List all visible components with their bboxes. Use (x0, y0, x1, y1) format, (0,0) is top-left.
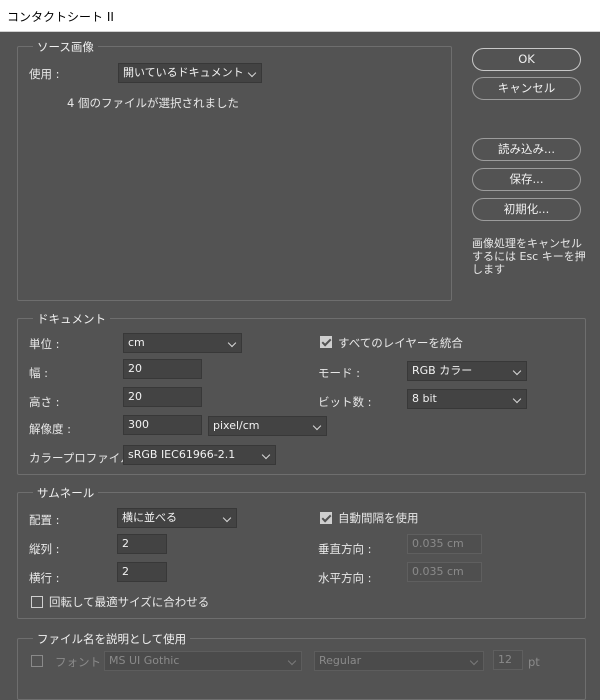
thumbnails-legend: サムネール (33, 486, 99, 500)
chevron-down-icon (261, 450, 271, 460)
cancel-button[interactable]: キャンセル (472, 77, 581, 100)
title-bar: コンタクトシート II (0, 0, 600, 32)
chevron-down-icon (227, 338, 237, 348)
rows-label: 横行 : (29, 571, 60, 585)
escape-hint-line-1: 画像処理をキャンセル (472, 237, 582, 250)
rows-input[interactable]: 2 (117, 562, 167, 582)
resolution-input[interactable]: 300 (123, 415, 202, 435)
resolution-label: 解像度 : (29, 422, 72, 436)
document-legend: ドキュメント (33, 312, 110, 326)
chevron-down-icon (312, 421, 322, 431)
auto-spacing-label: 自動間隔を使用 (338, 511, 419, 525)
resolution-unit-value: pixel/cm (213, 419, 260, 432)
unit-dropdown-value: cm (128, 336, 145, 349)
bit-depth-dropdown[interactable]: 8 bit (407, 389, 527, 409)
place-dropdown[interactable]: 横に並べる (117, 508, 237, 528)
selection-status: 4 個のファイルが選択されました (67, 96, 239, 110)
bit-depth-label: ビット数 : (318, 395, 372, 409)
chevron-down-icon (512, 394, 522, 404)
bit-depth-value: 8 bit (412, 392, 437, 405)
width-label: 幅 : (29, 366, 49, 380)
escape-hint-line-3: します (472, 263, 505, 276)
rotate-fit-label: 回転して最適サイズに合わせる (49, 595, 210, 609)
escape-hint-line-2: するには Esc キーを押 (472, 250, 586, 263)
font-style-dropdown[interactable]: Regular (314, 651, 484, 671)
mode-label: モード : (318, 366, 361, 380)
mode-dropdown-value: RGB カラー (412, 364, 473, 377)
flatten-layers-checkbox[interactable] (320, 336, 332, 348)
color-profile-value: sRGB IEC61966-2.1 (128, 448, 236, 461)
ok-button[interactable]: OK (472, 48, 581, 71)
reset-button[interactable]: 初期化... (472, 198, 581, 221)
unit-dropdown[interactable]: cm (123, 333, 242, 353)
color-profile-dropdown[interactable]: sRGB IEC61966-2.1 (123, 445, 276, 465)
use-dropdown[interactable]: 開いているドキュメント (118, 63, 262, 83)
font-label: フォント : (55, 655, 109, 669)
chevron-down-icon (287, 656, 297, 666)
source-images-legend: ソース画像 (33, 40, 98, 54)
caption-legend: ファイル名を説明として使用 (33, 632, 191, 646)
chevron-down-icon (512, 366, 522, 376)
vertical-spacing-input[interactable]: 0.035 cm (407, 534, 482, 554)
font-style-value: Regular (319, 654, 362, 667)
load-button[interactable]: 読み込み... (472, 138, 581, 161)
font-dropdown-value: MS UI Gothic (109, 654, 180, 667)
width-input[interactable]: 20 (123, 359, 202, 379)
horizontal-spacing-input[interactable]: 0.035 cm (407, 562, 482, 582)
window-title: コンタクトシート II (7, 10, 114, 24)
rotate-fit-checkbox[interactable] (31, 596, 43, 608)
flatten-layers-label: すべてのレイヤーを統合 (338, 336, 463, 350)
horizontal-spacing-label: 水平方向 : (318, 571, 372, 585)
auto-spacing-checkbox[interactable] (320, 512, 332, 524)
chevron-down-icon (222, 513, 232, 523)
font-size-input[interactable]: 12 (493, 650, 523, 670)
font-dropdown[interactable]: MS UI Gothic (104, 651, 302, 671)
use-dropdown-value: 開いているドキュメント (123, 66, 244, 79)
vertical-spacing-label: 垂直方向 : (318, 542, 372, 556)
chevron-down-icon (469, 656, 479, 666)
place-label: 配置 : (29, 513, 60, 527)
chevron-down-icon (247, 68, 257, 78)
save-button[interactable]: 保存... (472, 168, 581, 191)
height-label: 高さ : (29, 395, 60, 409)
columns-label: 縦列 : (29, 542, 60, 556)
place-dropdown-value: 横に並べる (122, 511, 177, 524)
font-size-unit: pt (528, 655, 540, 669)
height-input[interactable]: 20 (123, 387, 202, 407)
mode-dropdown[interactable]: RGB カラー (407, 361, 527, 381)
unit-label: 単位 : (29, 337, 60, 351)
columns-input[interactable]: 2 (117, 534, 167, 554)
source-images-group (17, 46, 452, 301)
caption-checkbox[interactable] (31, 655, 43, 667)
resolution-unit-dropdown[interactable]: pixel/cm (208, 416, 327, 436)
use-label: 使用 : (29, 67, 60, 81)
